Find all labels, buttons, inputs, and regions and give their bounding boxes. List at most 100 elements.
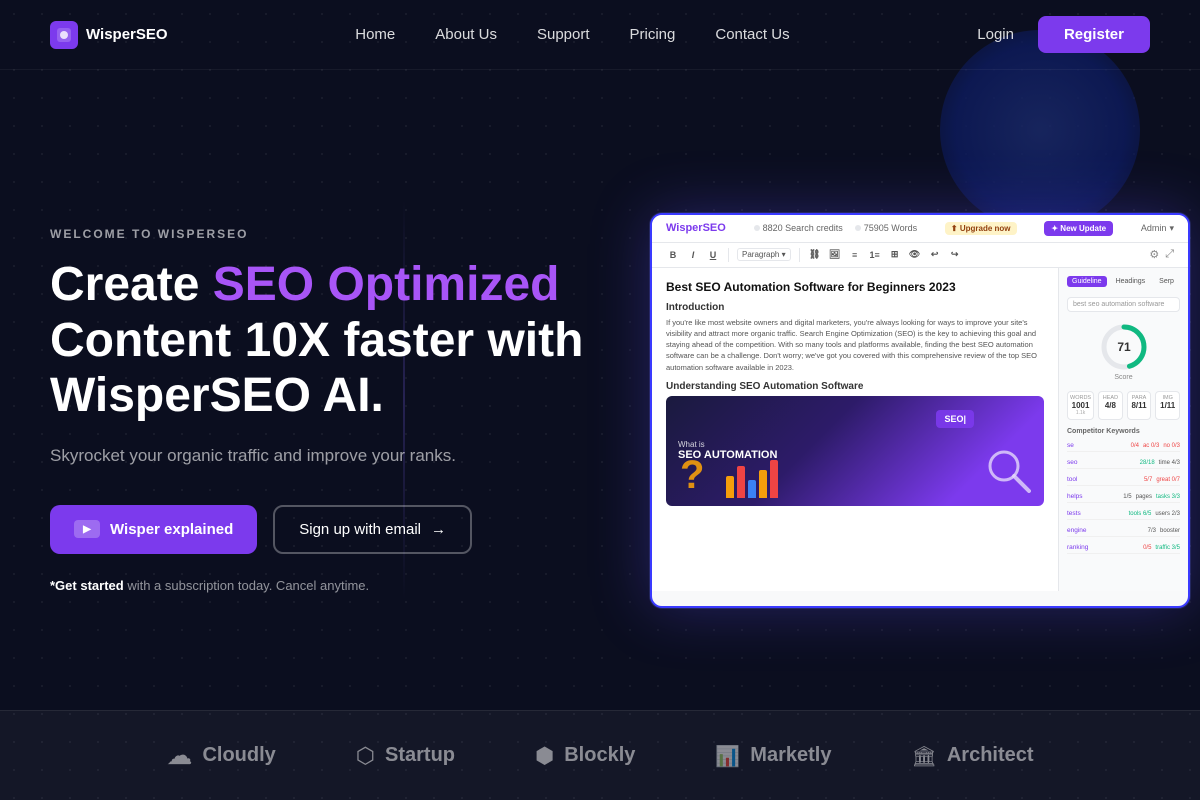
- list-tool[interactable]: ≡: [848, 248, 862, 262]
- cloudly-name: Cloudly: [202, 744, 275, 767]
- bar-1: [726, 476, 734, 498]
- stat-images: IMG 1/11: [1155, 391, 1180, 420]
- hero-footnote: *Get started with a subscription today. …: [50, 578, 610, 593]
- table-tool[interactable]: ⊞: [888, 248, 902, 262]
- credits-dot: [754, 225, 760, 231]
- play-icon: ▶: [74, 520, 100, 538]
- logo-text: WisperSEO: [86, 26, 168, 43]
- bar-3: [748, 480, 756, 498]
- link-tool[interactable]: ⛓: [808, 248, 822, 262]
- keyword-row-helps: helps 1/5 pages tasks 3/3: [1067, 492, 1180, 503]
- panel-tabs: Guideline Headings Serp: [1067, 276, 1180, 287]
- wisper-explained-button[interactable]: ▶ Wisper explained: [50, 505, 257, 554]
- architect-name: Architect: [947, 744, 1034, 767]
- blockly-icon: [535, 742, 554, 770]
- signup-email-button[interactable]: Sign up with email →: [273, 505, 472, 554]
- mockup-editor: Best SEO Automation Software for Beginne…: [652, 268, 1058, 591]
- nav-about[interactable]: About Us: [435, 26, 497, 43]
- keyword-row-engine: engine 7/3 booster: [1067, 526, 1180, 537]
- score-ring: 71: [1099, 322, 1149, 372]
- hero-right: WisperSEO 8820 Search credits 75905 Word…: [650, 213, 1190, 608]
- navbar: WisperSEO Home About Us Support Pricing …: [0, 0, 1200, 70]
- panel-tab-guideline[interactable]: Guideline: [1067, 276, 1107, 287]
- nav-support[interactable]: Support: [537, 26, 590, 43]
- marketly-icon: [715, 742, 740, 770]
- mockup-words: 75905 Words: [855, 223, 917, 233]
- architect-icon: [911, 742, 936, 770]
- image-text: What is SEO AUTOMATION: [678, 440, 777, 461]
- keyword-row-tool: tool 5/7 great 0/7: [1067, 475, 1180, 486]
- toolbar-divider-2: [799, 248, 800, 262]
- nav-links: Home About Us Support Pricing Contact Us: [355, 26, 789, 44]
- words-dot: [855, 225, 861, 231]
- nav-home[interactable]: Home: [355, 26, 395, 43]
- seo-badge: SEO|: [936, 410, 974, 428]
- brand-architect: Architect: [911, 742, 1033, 770]
- mockup-topbar: WisperSEO 8820 Search credits 75905 Word…: [652, 215, 1188, 243]
- nav-logo[interactable]: WisperSEO: [50, 21, 168, 49]
- keyword-row-se: se 0/4 ac 0/3 no 0/3: [1067, 441, 1180, 452]
- brand-startup: Startup: [356, 742, 455, 770]
- blockly-name: Blockly: [564, 744, 635, 767]
- mockup-body: Best SEO Automation Software for Beginne…: [652, 268, 1188, 591]
- toolbar-divider-1: [728, 248, 729, 262]
- bold-tool[interactable]: B: [666, 248, 680, 262]
- stat-headings: HEAD 4/8: [1098, 391, 1123, 420]
- image-line1: What is: [678, 440, 777, 449]
- italic-tool[interactable]: I: [686, 248, 700, 262]
- nav-contact[interactable]: Contact Us: [715, 26, 789, 43]
- magnifier-icon: [984, 446, 1034, 496]
- score-label: Score: [1114, 374, 1132, 381]
- hero-section: WELCOME TO WISPERSEO Create SEO Optimize…: [0, 70, 1200, 710]
- panel-tab-headings[interactable]: Headings: [1111, 276, 1151, 287]
- settings-icon[interactable]: ⚙: [1149, 248, 1159, 261]
- hero-title: Create SEO Optimized Content 10X faster …: [50, 257, 610, 423]
- new-update-badge[interactable]: ✦ New Update: [1044, 221, 1113, 236]
- brands-bar: Cloudly Startup Blockly Marketly Archite…: [0, 710, 1200, 800]
- panel-search-box[interactable]: best seo automation software: [1067, 297, 1180, 312]
- cloudly-icon: [166, 740, 192, 771]
- mockup-logo: WisperSEO: [666, 222, 726, 234]
- ol-tool[interactable]: 1≡: [868, 248, 882, 262]
- logo-icon: [50, 21, 78, 49]
- eye-tool[interactable]: 👁: [908, 248, 922, 262]
- hero-left: WELCOME TO WISPERSEO Create SEO Optimize…: [50, 227, 610, 592]
- expand-icon[interactable]: ⤢: [1165, 248, 1174, 261]
- login-button[interactable]: Login: [977, 26, 1014, 43]
- image-tool[interactable]: 🖼: [828, 248, 842, 262]
- undo-tool[interactable]: ↩: [928, 248, 942, 262]
- redo-tool[interactable]: ↪: [948, 248, 962, 262]
- competitor-keywords-title: Competitor Keywords: [1067, 428, 1180, 435]
- mockup-admin: Admin ▾: [1141, 223, 1174, 234]
- panel-tab-serp[interactable]: Serp: [1154, 276, 1179, 287]
- app-mockup: WisperSEO 8820 Search credits 75905 Word…: [650, 213, 1190, 608]
- nav-pricing[interactable]: Pricing: [630, 26, 676, 43]
- bar-4: [759, 470, 767, 498]
- btn-secondary-label: Sign up with email: [299, 521, 421, 538]
- startup-icon: [356, 742, 375, 770]
- brand-cloudly: Cloudly: [166, 740, 275, 771]
- brand-marketly: Marketly: [715, 742, 831, 770]
- upgrade-badge[interactable]: ⬆ Upgrade now: [945, 222, 1017, 235]
- footnote-rest: with a subscription today. Cancel anytim…: [124, 578, 369, 593]
- hero-title-highlight: SEO Optimized: [213, 258, 560, 311]
- register-button[interactable]: Register: [1038, 16, 1150, 53]
- hero-buttons: ▶ Wisper explained Sign up with email →: [50, 505, 610, 554]
- paragraph-select[interactable]: Paragraph ▾: [737, 248, 791, 261]
- mockup-right-panel: Guideline Headings Serp best seo automat…: [1058, 268, 1188, 591]
- mockup-toolbar: B I U Paragraph ▾ ⛓ 🖼 ≡ 1≡ ⊞ 👁 ↩ ↪ ⚙ ⤢: [652, 243, 1188, 268]
- article-title: Best SEO Automation Software for Beginne…: [666, 280, 1044, 294]
- mockup-credits: 8820 Search credits: [754, 223, 843, 233]
- mockup-stats: 8820 Search credits 75905 Words: [754, 223, 917, 233]
- keyword-row-ranking: ranking 0/5 traffic 3/5: [1067, 543, 1180, 554]
- mockup-chart: [726, 458, 778, 498]
- panel-stats-row: WORDS 1001 1.1k HEAD 4/8 PARA 8/11: [1067, 391, 1180, 420]
- mockup-settings: ⚙ ⤢: [1149, 248, 1174, 261]
- startup-name: Startup: [385, 744, 455, 767]
- intro-heading: Introduction: [666, 302, 1044, 313]
- keyword-row-tests: tests tools 6/5 users 2/3: [1067, 509, 1180, 520]
- arrow-icon: →: [431, 521, 446, 538]
- nav-auth: Login Register: [977, 16, 1150, 53]
- mockup-image: What is SEO AUTOMATION: [666, 396, 1044, 506]
- underline-tool[interactable]: U: [706, 248, 720, 262]
